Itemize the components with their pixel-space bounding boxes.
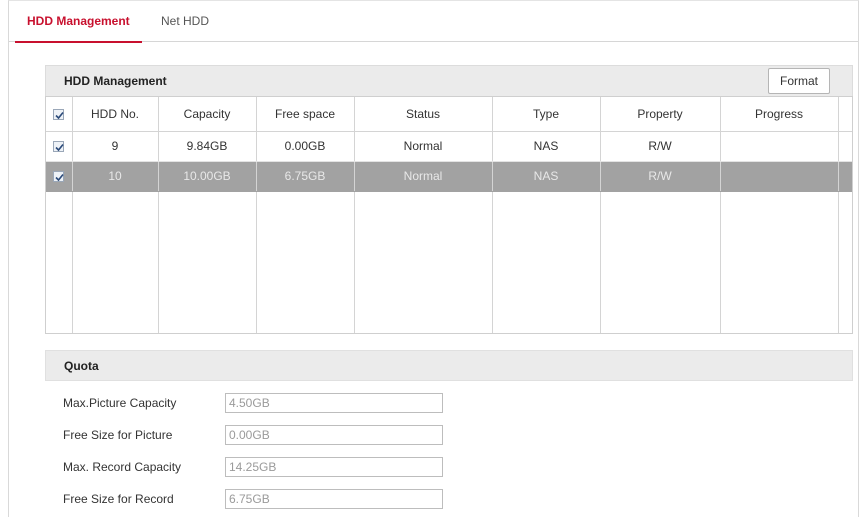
- column-header-free-space[interactable]: Free space: [256, 97, 355, 132]
- column-header-property[interactable]: Property: [600, 97, 721, 132]
- quota-panel-header: Quota: [45, 350, 853, 381]
- free-size-picture-field[interactable]: [225, 425, 443, 445]
- select-all-cell: [46, 97, 73, 132]
- row-checkbox-cell: [46, 161, 73, 192]
- tab-net-hdd[interactable]: Net HDD: [149, 1, 221, 42]
- cell-hdd-no: 9: [72, 131, 159, 162]
- tab-bar: HDD Management Net HDD: [9, 1, 858, 43]
- column-header-type[interactable]: Type: [492, 97, 601, 132]
- max-picture-capacity-field[interactable]: [225, 393, 443, 413]
- row-checkbox[interactable]: [53, 171, 65, 183]
- table-row-selected[interactable]: 10 10.00GB 6.75GB Normal NAS R/W: [46, 161, 852, 192]
- cell-spacer: [838, 131, 852, 162]
- cell-progress: [720, 161, 839, 192]
- table-header-row: HDD No. Capacity Free space Status Type …: [46, 97, 852, 132]
- cell-status: Normal: [354, 131, 493, 162]
- free-size-record-field[interactable]: [225, 489, 443, 509]
- hdd-panel-header: HDD Management Format: [45, 65, 853, 96]
- hdd-table: HDD No. Capacity Free space Status Type …: [45, 96, 853, 334]
- row-checkbox[interactable]: [53, 141, 65, 153]
- cell-spacer: [838, 161, 852, 192]
- hdd-panel-title: HDD Management: [64, 74, 167, 88]
- select-all-checkbox[interactable]: [53, 109, 65, 121]
- cell-hdd-no: 10: [72, 161, 159, 192]
- cell-free-space: 0.00GB: [256, 131, 355, 162]
- cell-free-space: 6.75GB: [256, 161, 355, 192]
- cell-capacity: 9.84GB: [158, 131, 257, 162]
- cell-property: R/W: [600, 131, 721, 162]
- format-button[interactable]: Format: [768, 68, 830, 94]
- column-header-capacity[interactable]: Capacity: [158, 97, 257, 132]
- cell-property: R/W: [600, 161, 721, 192]
- table-row[interactable]: 9 9.84GB 0.00GB Normal NAS R/W: [46, 131, 852, 162]
- row-checkbox-cell: [46, 131, 73, 162]
- cell-type: NAS: [492, 131, 601, 162]
- column-header-hdd-no[interactable]: HDD No.: [72, 97, 159, 132]
- column-header-status[interactable]: Status: [354, 97, 493, 132]
- cell-type: NAS: [492, 161, 601, 192]
- tab-hdd-management[interactable]: HDD Management: [15, 1, 142, 43]
- column-header-spacer: [838, 97, 852, 132]
- max-picture-capacity-label: Max.Picture Capacity: [63, 396, 177, 410]
- column-header-progress[interactable]: Progress: [720, 97, 839, 132]
- cell-status: Normal: [354, 161, 493, 192]
- max-record-capacity-label: Max. Record Capacity: [63, 460, 182, 474]
- free-size-record-label: Free Size for Record: [63, 492, 174, 506]
- page-frame: HDD Management Net HDD HDD Management Fo…: [8, 0, 859, 517]
- free-size-picture-label: Free Size for Picture: [63, 428, 173, 442]
- cell-capacity: 10.00GB: [158, 161, 257, 192]
- quota-title: Quota: [64, 359, 99, 373]
- table-empty-area: [46, 191, 852, 333]
- max-record-capacity-field[interactable]: [225, 457, 443, 477]
- cell-progress: [720, 131, 839, 162]
